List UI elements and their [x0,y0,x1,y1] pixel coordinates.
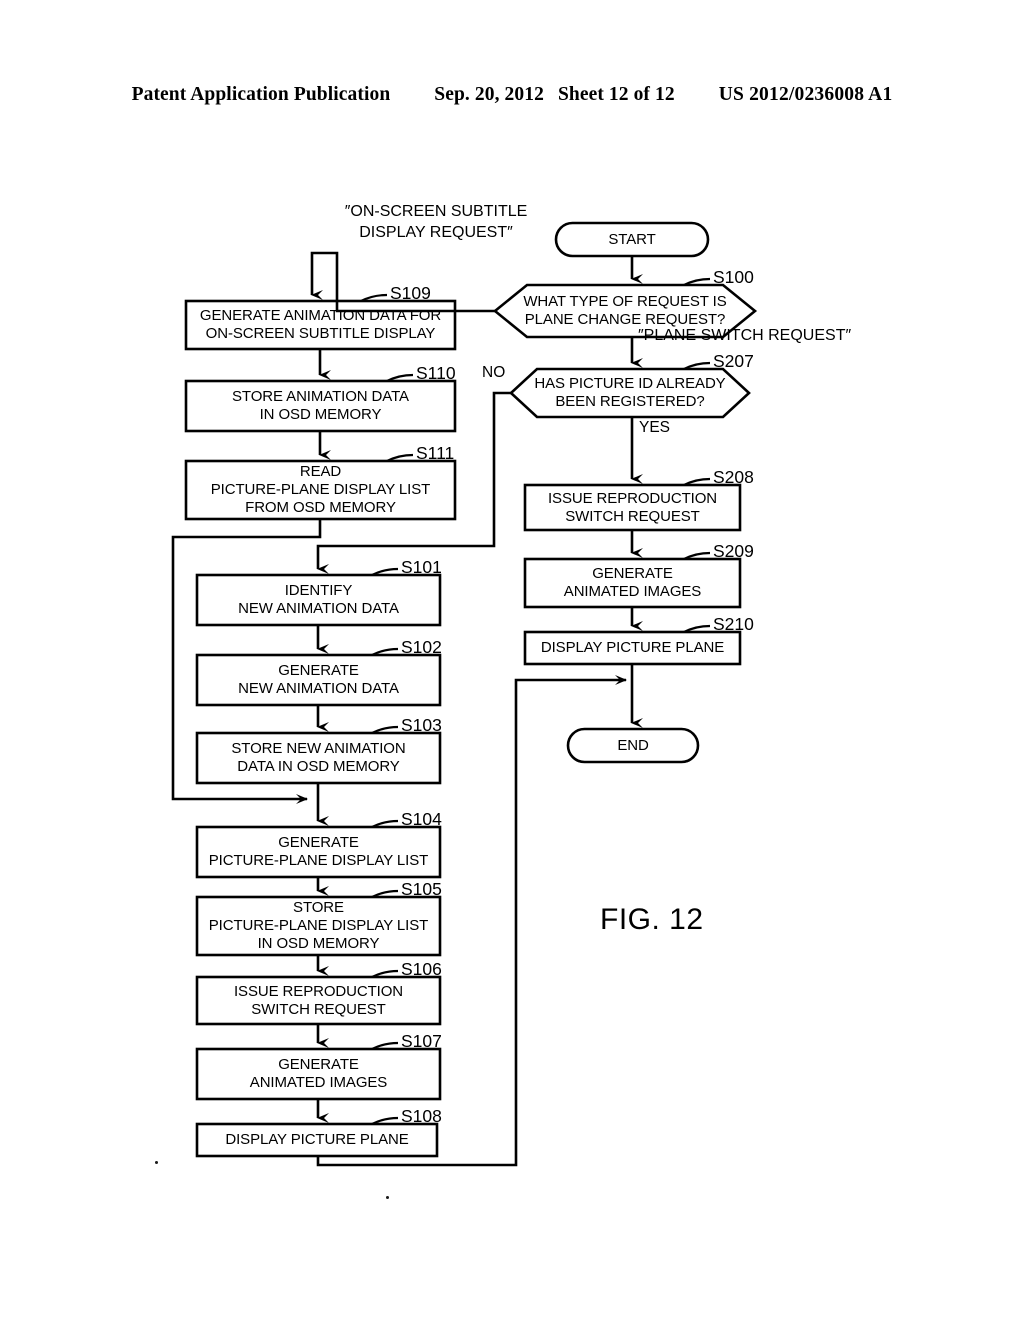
step-tag-S102: S102 [401,637,442,657]
edge-S111-to-merge [171,519,322,804]
node-box-S209 [523,557,742,609]
callout-on-screen-subtitle-request: ″ON-SCREEN SUBTITLE DISPLAY REQUEST″ [336,201,536,243]
edge-S108-to-END [316,675,627,1167]
node-box-S110 [184,379,457,433]
node-box-S108 [195,1122,439,1158]
branch-label-no: NO [482,364,506,381]
callout-line: ″ON-SCREEN SUBTITLE [344,203,528,220]
callout-line: ″PLANE SWITCH REQUEST″ [638,327,852,344]
step-tag-S109: S109 [390,283,431,303]
node-hex-S207 [509,367,751,419]
step-tag-S103: S103 [401,715,442,735]
callout-plane-switch-request: ″PLANE SWITCH REQUEST″ [638,325,851,346]
step-tag-S106: S106 [401,959,442,979]
node-box-S210 [523,630,742,666]
node-box-S102 [195,653,442,707]
node-box-S103 [195,731,442,785]
node-box-S106 [195,975,442,1026]
node-box-S105 [195,895,442,957]
step-tag-S107: S107 [401,1031,442,1051]
terminal-end [566,727,700,764]
callout-line: DISPLAY REQUEST″ [359,224,513,241]
node-box-S107 [195,1047,442,1101]
node-box-S109 [184,299,457,351]
step-tag-S208: S208 [713,467,754,487]
step-tag-S207: S207 [713,351,754,371]
figure-caption: FIG. 12 [600,903,704,936]
node-box-S101 [195,573,442,627]
terminal-start [554,221,710,258]
branch-label-yes: YES [639,419,671,436]
step-tag-S210: S210 [713,614,754,634]
step-tag-S101: S101 [401,557,442,577]
scan-speck [386,1196,389,1199]
node-box-S208 [523,483,742,532]
step-tag-S111: S111 [416,443,455,463]
step-tag-S108: S108 [401,1106,442,1126]
step-tag-S100: S100 [713,267,754,287]
node-box-S111 [184,459,457,521]
step-tag-S104: S104 [401,809,442,829]
flowchart-figure: GENERATE ANIMATION DATA FOR ON-SCREEN SU… [0,0,1024,1320]
step-tag-S105: S105 [401,879,442,899]
node-box-S104 [195,825,442,879]
edge-S207-no-to-S101 [316,391,511,574]
step-tag-S110: S110 [416,363,456,383]
scan-speck [155,1161,158,1164]
flowchart-graphics [171,221,758,1167]
step-tag-S209: S209 [713,541,754,561]
